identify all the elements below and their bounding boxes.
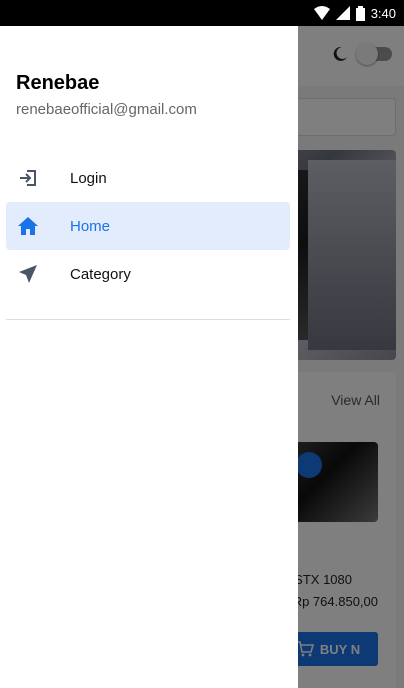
home-icon — [16, 214, 40, 238]
login-icon — [16, 166, 40, 190]
status-time: 3:40 — [370, 5, 396, 21]
user-name: Renebae — [16, 72, 100, 94]
wifi-icon — [313, 6, 330, 20]
drawer-menu: Login Home Category — [0, 154, 298, 298]
signal-icon — [335, 6, 350, 20]
drawer-item-label: Category — [70, 265, 131, 283]
drawer-item-category[interactable]: Category — [0, 250, 298, 298]
drawer-divider — [6, 319, 290, 320]
navigation-drawer: Renebae renebaeofficial@gmail.com Login … — [0, 26, 298, 688]
drawer-item-label: Login — [70, 169, 107, 187]
send-icon — [16, 262, 40, 286]
drawer-item-login[interactable]: Login — [0, 154, 298, 202]
battery-icon — [355, 5, 365, 21]
drawer-item-label: Home — [70, 217, 111, 235]
user-email: renebaeofficial@gmail.com — [16, 101, 197, 118]
status-bar: 3:40 — [0, 0, 404, 26]
drawer-header: Renebae renebaeofficial@gmail.com — [0, 26, 298, 118]
drawer-item-home[interactable]: Home — [6, 202, 290, 250]
